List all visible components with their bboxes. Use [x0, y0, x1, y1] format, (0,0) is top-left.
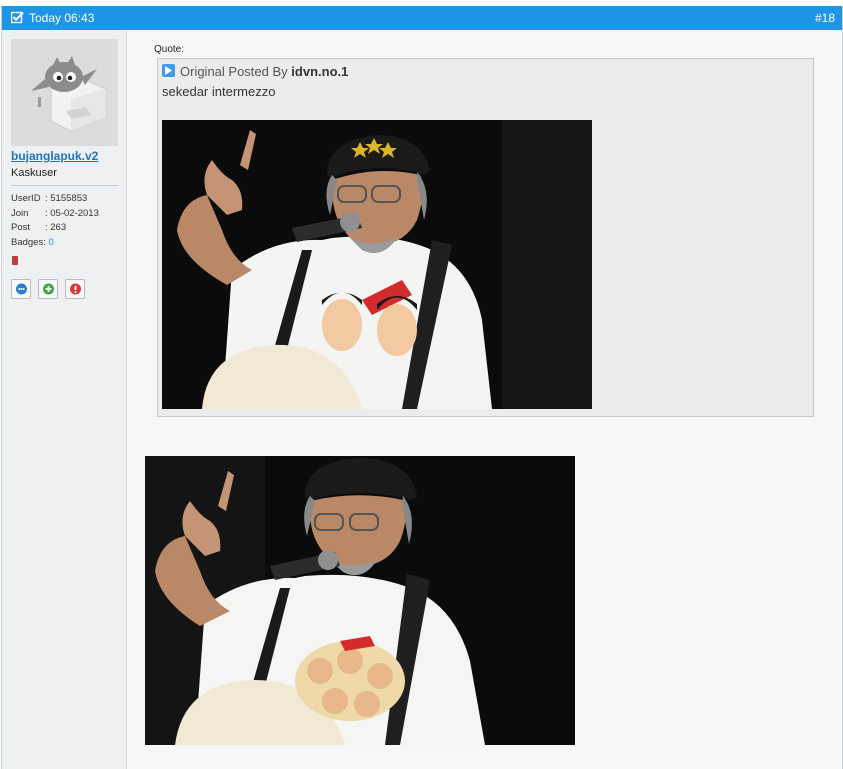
stat-value: : 5155853: [45, 193, 88, 204]
report-button[interactable]: [65, 279, 85, 299]
badges-count-link[interactable]: 0: [49, 237, 54, 248]
stat-key: UserID: [11, 193, 41, 204]
post-number-link[interactable]: #18: [815, 11, 835, 25]
forum-post: Today 06:43 #18 bujanglapuk.v2 Kaskuser: [1, 6, 843, 769]
quote-by-prefix: Original Posted By: [180, 64, 288, 79]
stat-value: : 05-02-2013: [45, 207, 99, 219]
quote-box: Original Posted By idvn.no.1 sekedar int…: [157, 58, 814, 417]
stat-row-badges: Badges: 0: [11, 236, 99, 251]
user-rank: Kaskuser: [11, 167, 57, 179]
quote-label: Quote:: [154, 44, 185, 55]
user-stats: UserID : 5155853 Join : 05-02-2013 Post : 2…: [11, 192, 99, 250]
kaskus-guest-avatar-icon: [11, 39, 118, 146]
send-message-button[interactable]: [11, 279, 31, 299]
add-reputation-button[interactable]: [38, 279, 58, 299]
stat-key: Join: [11, 207, 29, 219]
quote-text: sekedar intermezzo: [162, 84, 276, 99]
sidebar-divider: [11, 185, 118, 186]
stat-value: : 263: [45, 222, 67, 233]
stat-row-post: Post : 263: [11, 221, 99, 236]
quote-author: idvn.no.1: [291, 64, 349, 79]
user-sidebar: bujanglapuk.v2 Kaskuser UserID : 5155853 …: [2, 30, 127, 769]
stat-row-userid: UserID : 5155853: [11, 192, 99, 207]
post-content: Quote: Original Posted By idvn.no.1 seke…: [127, 30, 842, 769]
plus-bubble-icon: [42, 283, 54, 294]
quote-attribution: Original Posted By idvn.no.1: [180, 64, 348, 79]
stat-row-join: Join : 05-02-2013: [11, 207, 99, 222]
stat-key: Post: [11, 222, 31, 233]
alert-icon: [69, 283, 81, 294]
view-post-icon[interactable]: [162, 64, 175, 77]
badges-label: Badges:: [11, 236, 49, 248]
reputation-indicator: [12, 256, 18, 265]
singer-with-guitar-photo-1: [162, 120, 592, 409]
singer-with-guitar-photo-2: [145, 456, 575, 745]
chat-bubble-icon: [15, 283, 27, 294]
post-date: Today 06:43: [29, 11, 95, 25]
checkbox-icon: [11, 11, 24, 24]
username-link[interactable]: bujanglapuk.v2: [11, 149, 98, 163]
avatar[interactable]: [11, 39, 118, 146]
post-header: Today 06:43 #18: [2, 6, 842, 30]
